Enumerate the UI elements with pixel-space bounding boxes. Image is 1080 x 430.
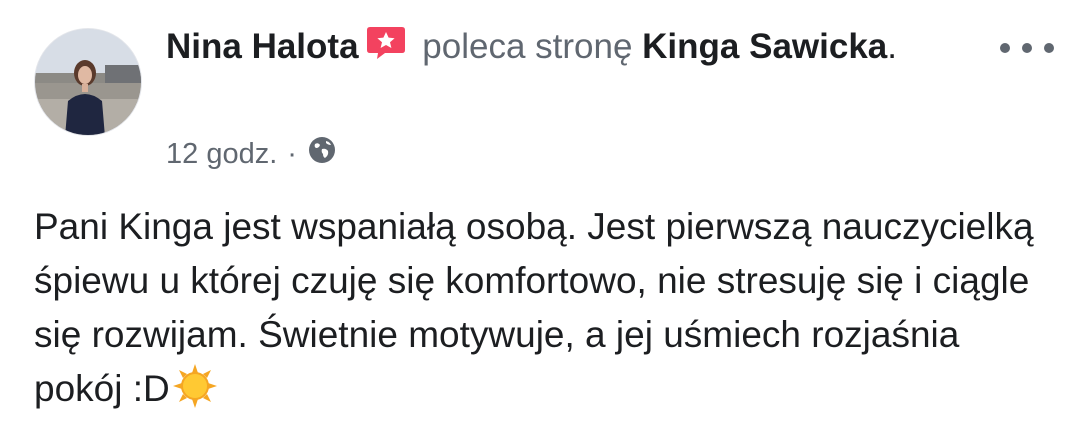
post-body: Pani Kinga jest wspaniałą osobą. Jest pi… (34, 200, 1044, 424)
recommendation-post: Nina Halota poleca stronę Kinga Sawicka.… (0, 0, 1080, 430)
avatar-photo (35, 29, 141, 135)
globe-icon[interactable] (307, 135, 337, 173)
timestamp[interactable]: 12 godz. (166, 138, 277, 171)
avatar[interactable] (34, 28, 142, 136)
action-text: poleca stronę (422, 27, 633, 66)
post-meta: 12 godz. · (166, 134, 337, 174)
sun-emoji-icon (172, 363, 218, 424)
more-options-icon[interactable] (1000, 34, 1054, 62)
recommendation-star-icon (365, 25, 407, 72)
post-header: Nina Halota poleca stronę Kinga Sawicka. (166, 24, 926, 72)
page-name[interactable]: Kinga Sawicka (642, 27, 887, 66)
period: . (887, 27, 897, 66)
separator: · (287, 137, 297, 170)
author-name[interactable]: Nina Halota (166, 27, 359, 66)
